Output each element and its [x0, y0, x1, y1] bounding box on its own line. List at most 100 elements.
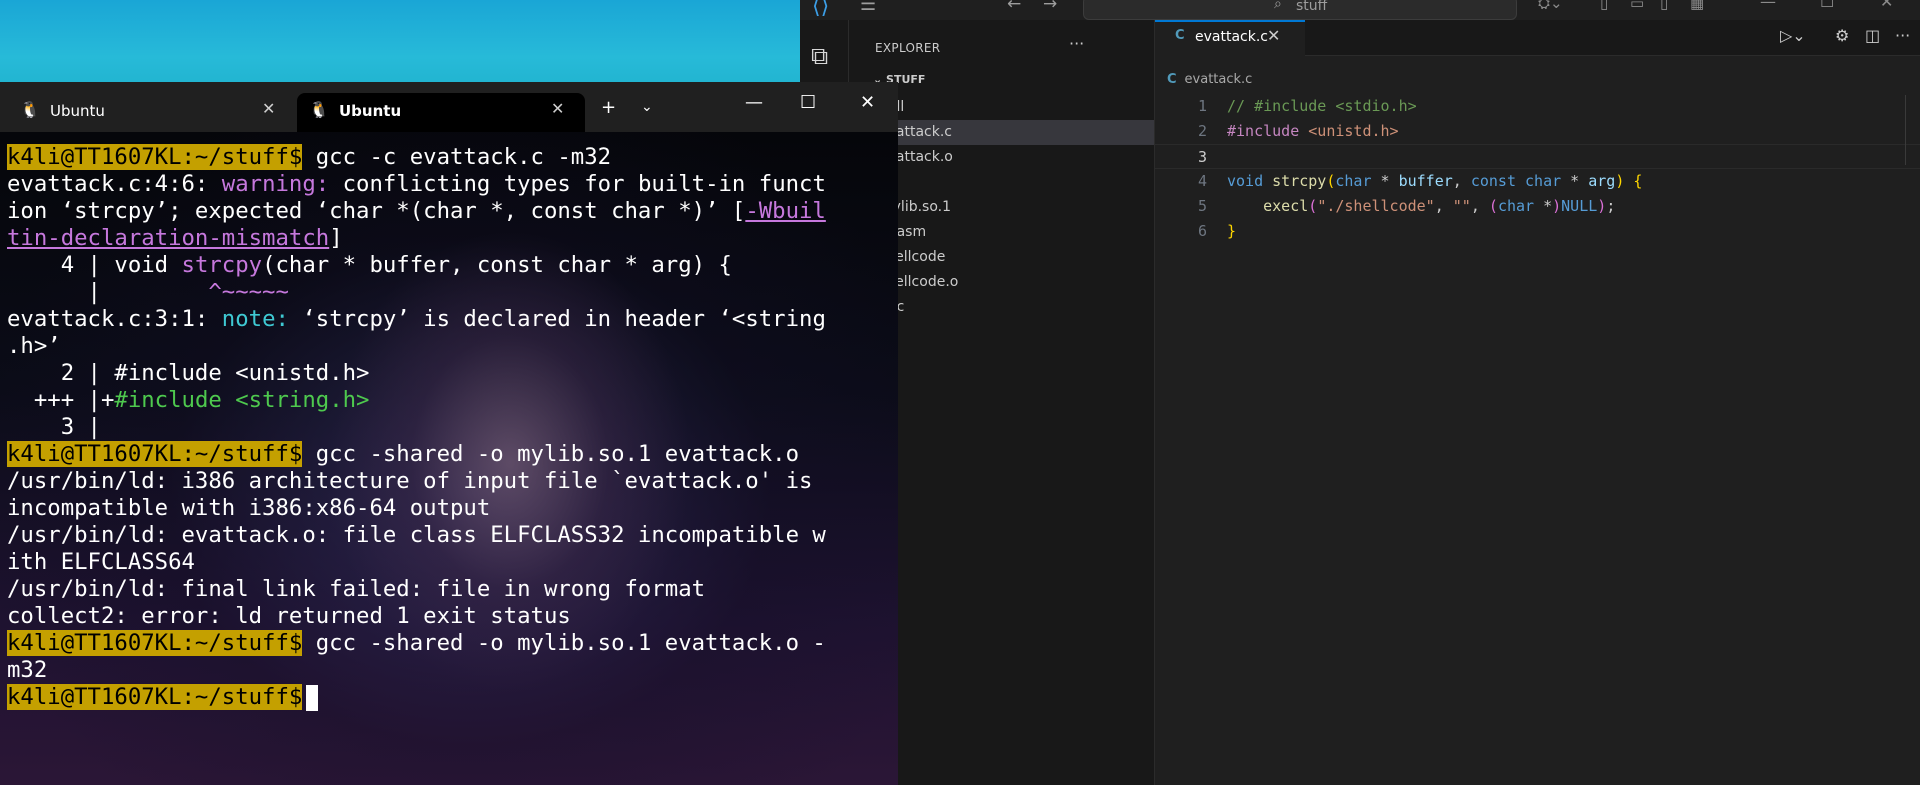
line-number: 4 — [1197, 172, 1207, 190]
line-number: 3 — [1197, 148, 1207, 166]
forward-arrow-icon[interactable]: → — [1043, 0, 1057, 14]
terminal-line: /usr/bin/ld: final link failed: file in … — [7, 576, 706, 602]
desktop-wallpaper — [0, 0, 800, 82]
code-token: ( — [1488, 197, 1498, 215]
split-editor-icon[interactable]: ◫ — [1865, 26, 1880, 45]
command-center-search[interactable]: ⌕ stuff — [1083, 0, 1517, 20]
copilot-icon[interactable]: ⛭⌄ — [1538, 0, 1563, 12]
editor-scrollbar[interactable] — [1905, 95, 1920, 165]
terminal-line: evattack.c:3:1: note: ‘strcpy’ is declar… — [7, 306, 826, 333]
hamburger-menu-icon[interactable]: ☰ — [860, 0, 876, 15]
tux-linux-icon: 🐧 — [309, 100, 329, 119]
code-token: const — [1470, 172, 1516, 190]
explorer-files-icon[interactable]: ⧉ — [811, 42, 828, 70]
tab-label: evattack.c — [1195, 29, 1268, 45]
terminal-line: evattack.c:4:6: warning: conflicting typ… — [7, 171, 826, 198]
back-arrow-icon[interactable]: ← — [1007, 0, 1021, 14]
settings-gear-icon[interactable]: ⚙ — [1835, 26, 1849, 45]
code-text: } — [1227, 222, 1237, 240]
command-text: gcc -shared -o mylib.so.1 evattack.o — [302, 441, 800, 467]
minimize-icon[interactable]: — — [1760, 0, 1776, 11]
toggle-primary-sidebar-icon[interactable]: ▯ — [1600, 0, 1608, 12]
output-text: (char * buffer, const char * arg) { — [262, 252, 732, 278]
code-token: char — [1335, 172, 1372, 190]
more-actions-icon[interactable]: ··· — [1895, 26, 1910, 45]
more-actions-icon[interactable]: ··· — [1069, 34, 1084, 53]
code-text: void strcpy(char * buffer, const char * … — [1227, 169, 1642, 194]
output-text: evattack.c:4:6: — [7, 171, 222, 197]
breadcrumb-file: evattack.c — [1184, 72, 1253, 87]
terminal-window: 🐧 Ubuntu ✕ 🐧 Ubuntu ✕ + ⌄ — ☐ ✕ k4li@TT1… — [0, 82, 898, 785]
terminal-tab-label: Ubuntu — [50, 102, 105, 120]
code-token: <unistd.h> — [1308, 122, 1399, 140]
code-token: "" — [1452, 197, 1471, 215]
vscode-logo-icon: ⟨⟩ — [812, 0, 830, 19]
customize-layout-icon[interactable]: ▦ — [1690, 0, 1704, 12]
code-token: buffer — [1398, 172, 1453, 190]
output-text: ion ‘strcpy’; expected ‘char *(char *, c… — [7, 198, 746, 224]
terminal-line: 2 | #include <unistd.h> — [7, 360, 370, 386]
code-token: ) — [1615, 172, 1625, 190]
terminal-line: collect2: error: ld returned 1 exit stat… — [7, 603, 571, 629]
tab-evattack-c[interactable]: C evattack.c ✕ — [1155, 20, 1305, 56]
code-editor[interactable]: 1 // #include <stdio.h> 2 #include <unis… — [1155, 94, 1920, 244]
terminal-output[interactable]: k4li@TT1607KL:~/stuff$ gcc -c evattack.c… — [0, 132, 898, 785]
terminal-line: tin-declaration-mismatch] — [7, 225, 826, 252]
code-token: "./shellcode" — [1317, 197, 1435, 215]
text-cursor — [306, 684, 319, 711]
code-text: // #include <stdio.h> — [1227, 97, 1417, 115]
command-text: gcc -c evattack.c -m32 — [302, 144, 612, 170]
highlighted-function: strcpy — [181, 252, 263, 278]
terminal-line: +++ |+#include <string.h> — [7, 387, 826, 414]
output-text: ] — [329, 225, 343, 251]
code-token: strcpy — [1272, 172, 1327, 190]
breadcrumb[interactable]: Cevattack.c — [1167, 72, 1252, 87]
c-file-icon: C — [1175, 28, 1185, 43]
code-token: ) — [1597, 197, 1607, 215]
warning-flag-link[interactable]: -Wbuil — [745, 198, 826, 224]
code-token: ; — [1606, 197, 1616, 215]
tab-close-icon[interactable]: ✕ — [262, 99, 275, 118]
terminal-line: k4li@TT1607KL:~/stuff$ — [7, 684, 826, 711]
terminal-tab[interactable]: 🐧 Ubuntu ✕ — [8, 93, 288, 132]
toggle-panel-icon[interactable]: ▭ — [1630, 0, 1644, 12]
maximize-icon[interactable]: ☐ — [1820, 0, 1834, 11]
close-icon[interactable]: ✕ — [860, 92, 875, 113]
output-text: 4 | void — [7, 252, 182, 278]
code-token: ) — [1552, 197, 1562, 215]
code-token: execl — [1263, 197, 1309, 215]
terminal-line: k4li@TT1607KL:~/stuff$ gcc -shared -o my… — [7, 630, 826, 657]
tab-close-icon[interactable]: ✕ — [1267, 26, 1280, 45]
terminal-tab-label: Ubuntu — [339, 102, 402, 120]
shell-prompt: k4li@TT1607KL:~/stuff$ — [7, 441, 303, 467]
minimize-icon[interactable]: — — [745, 92, 763, 113]
chevron-down-icon[interactable]: ⌄ — [641, 99, 653, 115]
terminal-line: ion ‘strcpy’; expected ‘char *(char *, c… — [7, 198, 826, 225]
code-token: { — [1633, 172, 1643, 190]
warning-flag-link[interactable]: tin-declaration-mismatch — [7, 225, 329, 251]
editor-area: C evattack.c ✕ ▷⌄ ⚙ ◫ ··· Cevattack.c 1 … — [1155, 20, 1920, 785]
line-number: 6 — [1197, 222, 1207, 240]
code-token: * — [1371, 172, 1399, 190]
terminal-line: /usr/bin/ld: i386 architecture of input … — [7, 468, 813, 494]
toggle-secondary-sidebar-icon[interactable]: ▯ — [1660, 0, 1668, 12]
terminal-line: ith ELFCLASS64 — [7, 549, 195, 575]
new-tab-plus-icon[interactable]: + — [601, 97, 616, 118]
line-number: 5 — [1197, 197, 1207, 215]
line-number: 1 — [1197, 97, 1207, 115]
code-token: , — [1452, 172, 1471, 190]
output-text: | — [7, 279, 209, 305]
output-text: +++ |+ — [7, 387, 115, 413]
code-token: , — [1434, 197, 1453, 215]
output-text: ‘strcpy’ is declared in header ‘<string — [288, 306, 826, 332]
code-token: * — [1561, 172, 1589, 190]
terminal-line: incompatible with i386:x86-64 output — [7, 495, 491, 521]
maximize-icon[interactable]: ☐ — [800, 92, 816, 113]
close-icon[interactable]: ✕ — [1880, 0, 1893, 11]
shell-prompt: k4li@TT1607KL:~/stuff$ — [7, 630, 303, 656]
tab-close-icon[interactable]: ✕ — [551, 99, 564, 118]
run-debug-icon[interactable]: ▷⌄ — [1780, 26, 1806, 45]
terminal-tab-active[interactable]: 🐧 Ubuntu ✕ — [297, 93, 585, 132]
code-token: , — [1470, 197, 1489, 215]
code-token: void — [1227, 172, 1264, 190]
